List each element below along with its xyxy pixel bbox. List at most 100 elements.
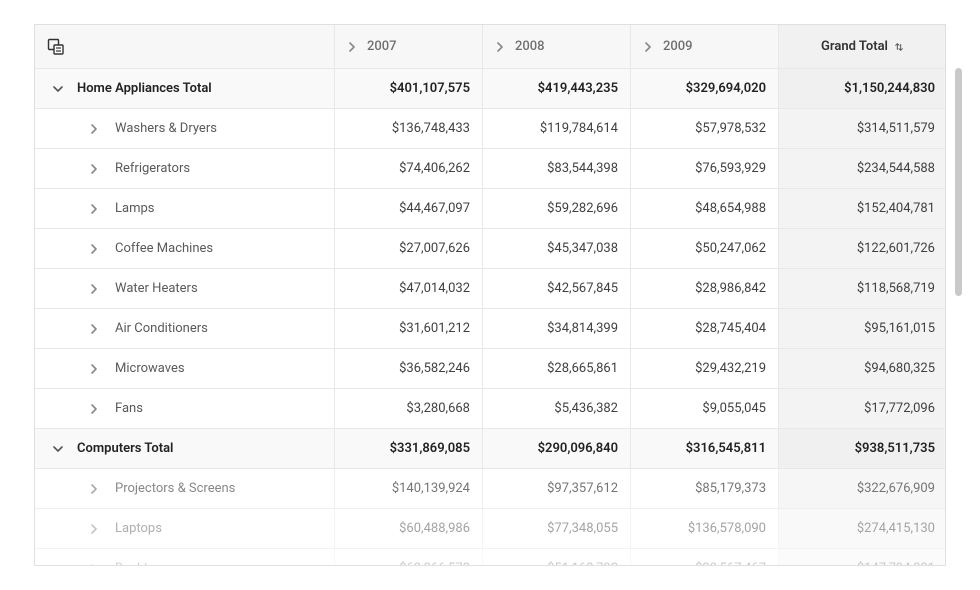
column-header-grand-total[interactable]: Grand Total: [779, 25, 946, 69]
cell-value: $68,066,573: [335, 549, 483, 566]
cell-value: $29,432,219: [631, 349, 779, 389]
row-header[interactable]: Lamps: [35, 189, 335, 229]
chevron-right-icon[interactable]: [347, 42, 357, 52]
row-header[interactable]: Fans: [35, 389, 335, 429]
group-label: Computers Total: [77, 441, 173, 456]
group-value-2008: $290,096,840: [483, 429, 631, 469]
cell-value: $50,247,062: [631, 229, 779, 269]
cell-grand-total: $122,601,726: [779, 229, 946, 269]
chevron-down-icon[interactable]: [53, 444, 63, 454]
group-label: Home Appliances Total: [77, 81, 212, 96]
group-value-2008: $419,443,235: [483, 69, 631, 109]
cell-value: $76,593,929: [631, 149, 779, 189]
chevron-down-icon[interactable]: [53, 84, 63, 94]
cell-grand-total: $94,680,325: [779, 349, 946, 389]
row-header[interactable]: Air Conditioners: [35, 309, 335, 349]
row-header[interactable]: Washers & Dryers: [35, 109, 335, 149]
item-label: Microwaves: [115, 361, 185, 376]
grand-total-label: Grand Total: [821, 39, 888, 54]
cell-value: $3,280,668: [335, 389, 483, 429]
item-label: Air Conditioners: [115, 321, 208, 336]
cell-grand-total: $234,544,588: [779, 149, 946, 189]
cell-value: $136,748,433: [335, 109, 483, 149]
group-value-2009: $329,694,020: [631, 69, 779, 109]
cell-grand-total: $147,794,831: [779, 549, 946, 566]
chevron-right-icon[interactable]: [89, 244, 99, 254]
chevron-right-icon[interactable]: [89, 364, 99, 374]
cell-value: $34,814,399: [483, 309, 631, 349]
row-header[interactable]: Desktops: [35, 549, 335, 566]
cell-value: $44,467,097: [335, 189, 483, 229]
row-header[interactable]: Refrigerators: [35, 149, 335, 189]
cell-value: $136,578,090: [631, 509, 779, 549]
sort-icon[interactable]: [894, 42, 904, 52]
chevron-right-icon[interactable]: [89, 324, 99, 334]
cell-grand-total: $274,415,130: [779, 509, 946, 549]
group-value-2007: $401,107,575: [335, 69, 483, 109]
cell-value: $31,601,212: [335, 309, 483, 349]
chevron-right-icon[interactable]: [89, 404, 99, 414]
cell-value: $85,179,373: [631, 469, 779, 509]
cell-value: $51,160,790: [483, 549, 631, 566]
cell-value: $48,654,988: [631, 189, 779, 229]
chevron-right-icon[interactable]: [89, 204, 99, 214]
field-chooser-icon[interactable]: [47, 38, 65, 56]
column-header-2008[interactable]: 2008: [483, 25, 631, 69]
cell-value: $83,544,398: [483, 149, 631, 189]
row-header[interactable]: Projectors & Screens: [35, 469, 335, 509]
column-year-label: 2007: [367, 39, 397, 54]
cell-value: $47,014,032: [335, 269, 483, 309]
group-value-2009: $316,545,811: [631, 429, 779, 469]
cell-value: $57,978,532: [631, 109, 779, 149]
cell-value: $45,347,038: [483, 229, 631, 269]
cell-value: $28,665,861: [483, 349, 631, 389]
chevron-right-icon[interactable]: [89, 564, 99, 567]
column-header-2009[interactable]: 2009: [631, 25, 779, 69]
group-value-grand-total: $1,150,244,830: [779, 69, 946, 109]
item-label: Fans: [115, 401, 143, 416]
item-label: Lamps: [115, 201, 154, 216]
pivot-grid: 2007 2008 2009 Grand Total Home Appliances T…: [34, 24, 946, 566]
field-chooser-cell[interactable]: [35, 25, 335, 69]
group-value-2007: $331,869,085: [335, 429, 483, 469]
group-header[interactable]: Home Appliances Total: [35, 69, 335, 109]
group-value-grand-total: $938,511,735: [779, 429, 946, 469]
row-header[interactable]: Coffee Machines: [35, 229, 335, 269]
cell-value: $77,348,055: [483, 509, 631, 549]
cell-value: $97,357,612: [483, 469, 631, 509]
chevron-right-icon[interactable]: [643, 42, 653, 52]
cell-value: $27,007,626: [335, 229, 483, 269]
group-header[interactable]: Computers Total: [35, 429, 335, 469]
cell-grand-total: $322,676,909: [779, 469, 946, 509]
cell-value: $119,784,614: [483, 109, 631, 149]
cell-value: $59,282,696: [483, 189, 631, 229]
chevron-right-icon[interactable]: [89, 484, 99, 494]
cell-grand-total: $314,511,579: [779, 109, 946, 149]
chevron-right-icon[interactable]: [89, 284, 99, 294]
item-label: Washers & Dryers: [115, 121, 217, 136]
column-year-label: 2009: [663, 39, 693, 54]
column-year-label: 2008: [515, 39, 545, 54]
chevron-right-icon[interactable]: [89, 524, 99, 534]
row-header[interactable]: Laptops: [35, 509, 335, 549]
item-label: Coffee Machines: [115, 241, 213, 256]
chevron-right-icon[interactable]: [495, 42, 505, 52]
cell-value: $36,582,246: [335, 349, 483, 389]
chevron-right-icon[interactable]: [89, 124, 99, 134]
cell-value: $9,055,045: [631, 389, 779, 429]
row-header[interactable]: Microwaves: [35, 349, 335, 389]
cell-value: $42,567,845: [483, 269, 631, 309]
item-label: Laptops: [115, 521, 162, 536]
cell-grand-total: $152,404,781: [779, 189, 946, 229]
cell-value: $60,488,986: [335, 509, 483, 549]
cell-value: $28,745,404: [631, 309, 779, 349]
cell-value: $5,436,382: [483, 389, 631, 429]
cell-value: $28,567,467: [631, 549, 779, 566]
chevron-right-icon[interactable]: [89, 164, 99, 174]
item-label: Projectors & Screens: [115, 481, 235, 496]
row-header[interactable]: Water Heaters: [35, 269, 335, 309]
column-header-2007[interactable]: 2007: [335, 25, 483, 69]
cell-grand-total: $95,161,015: [779, 309, 946, 349]
item-label: Desktops: [115, 561, 169, 566]
vertical-scrollbar[interactable]: [955, 68, 962, 296]
